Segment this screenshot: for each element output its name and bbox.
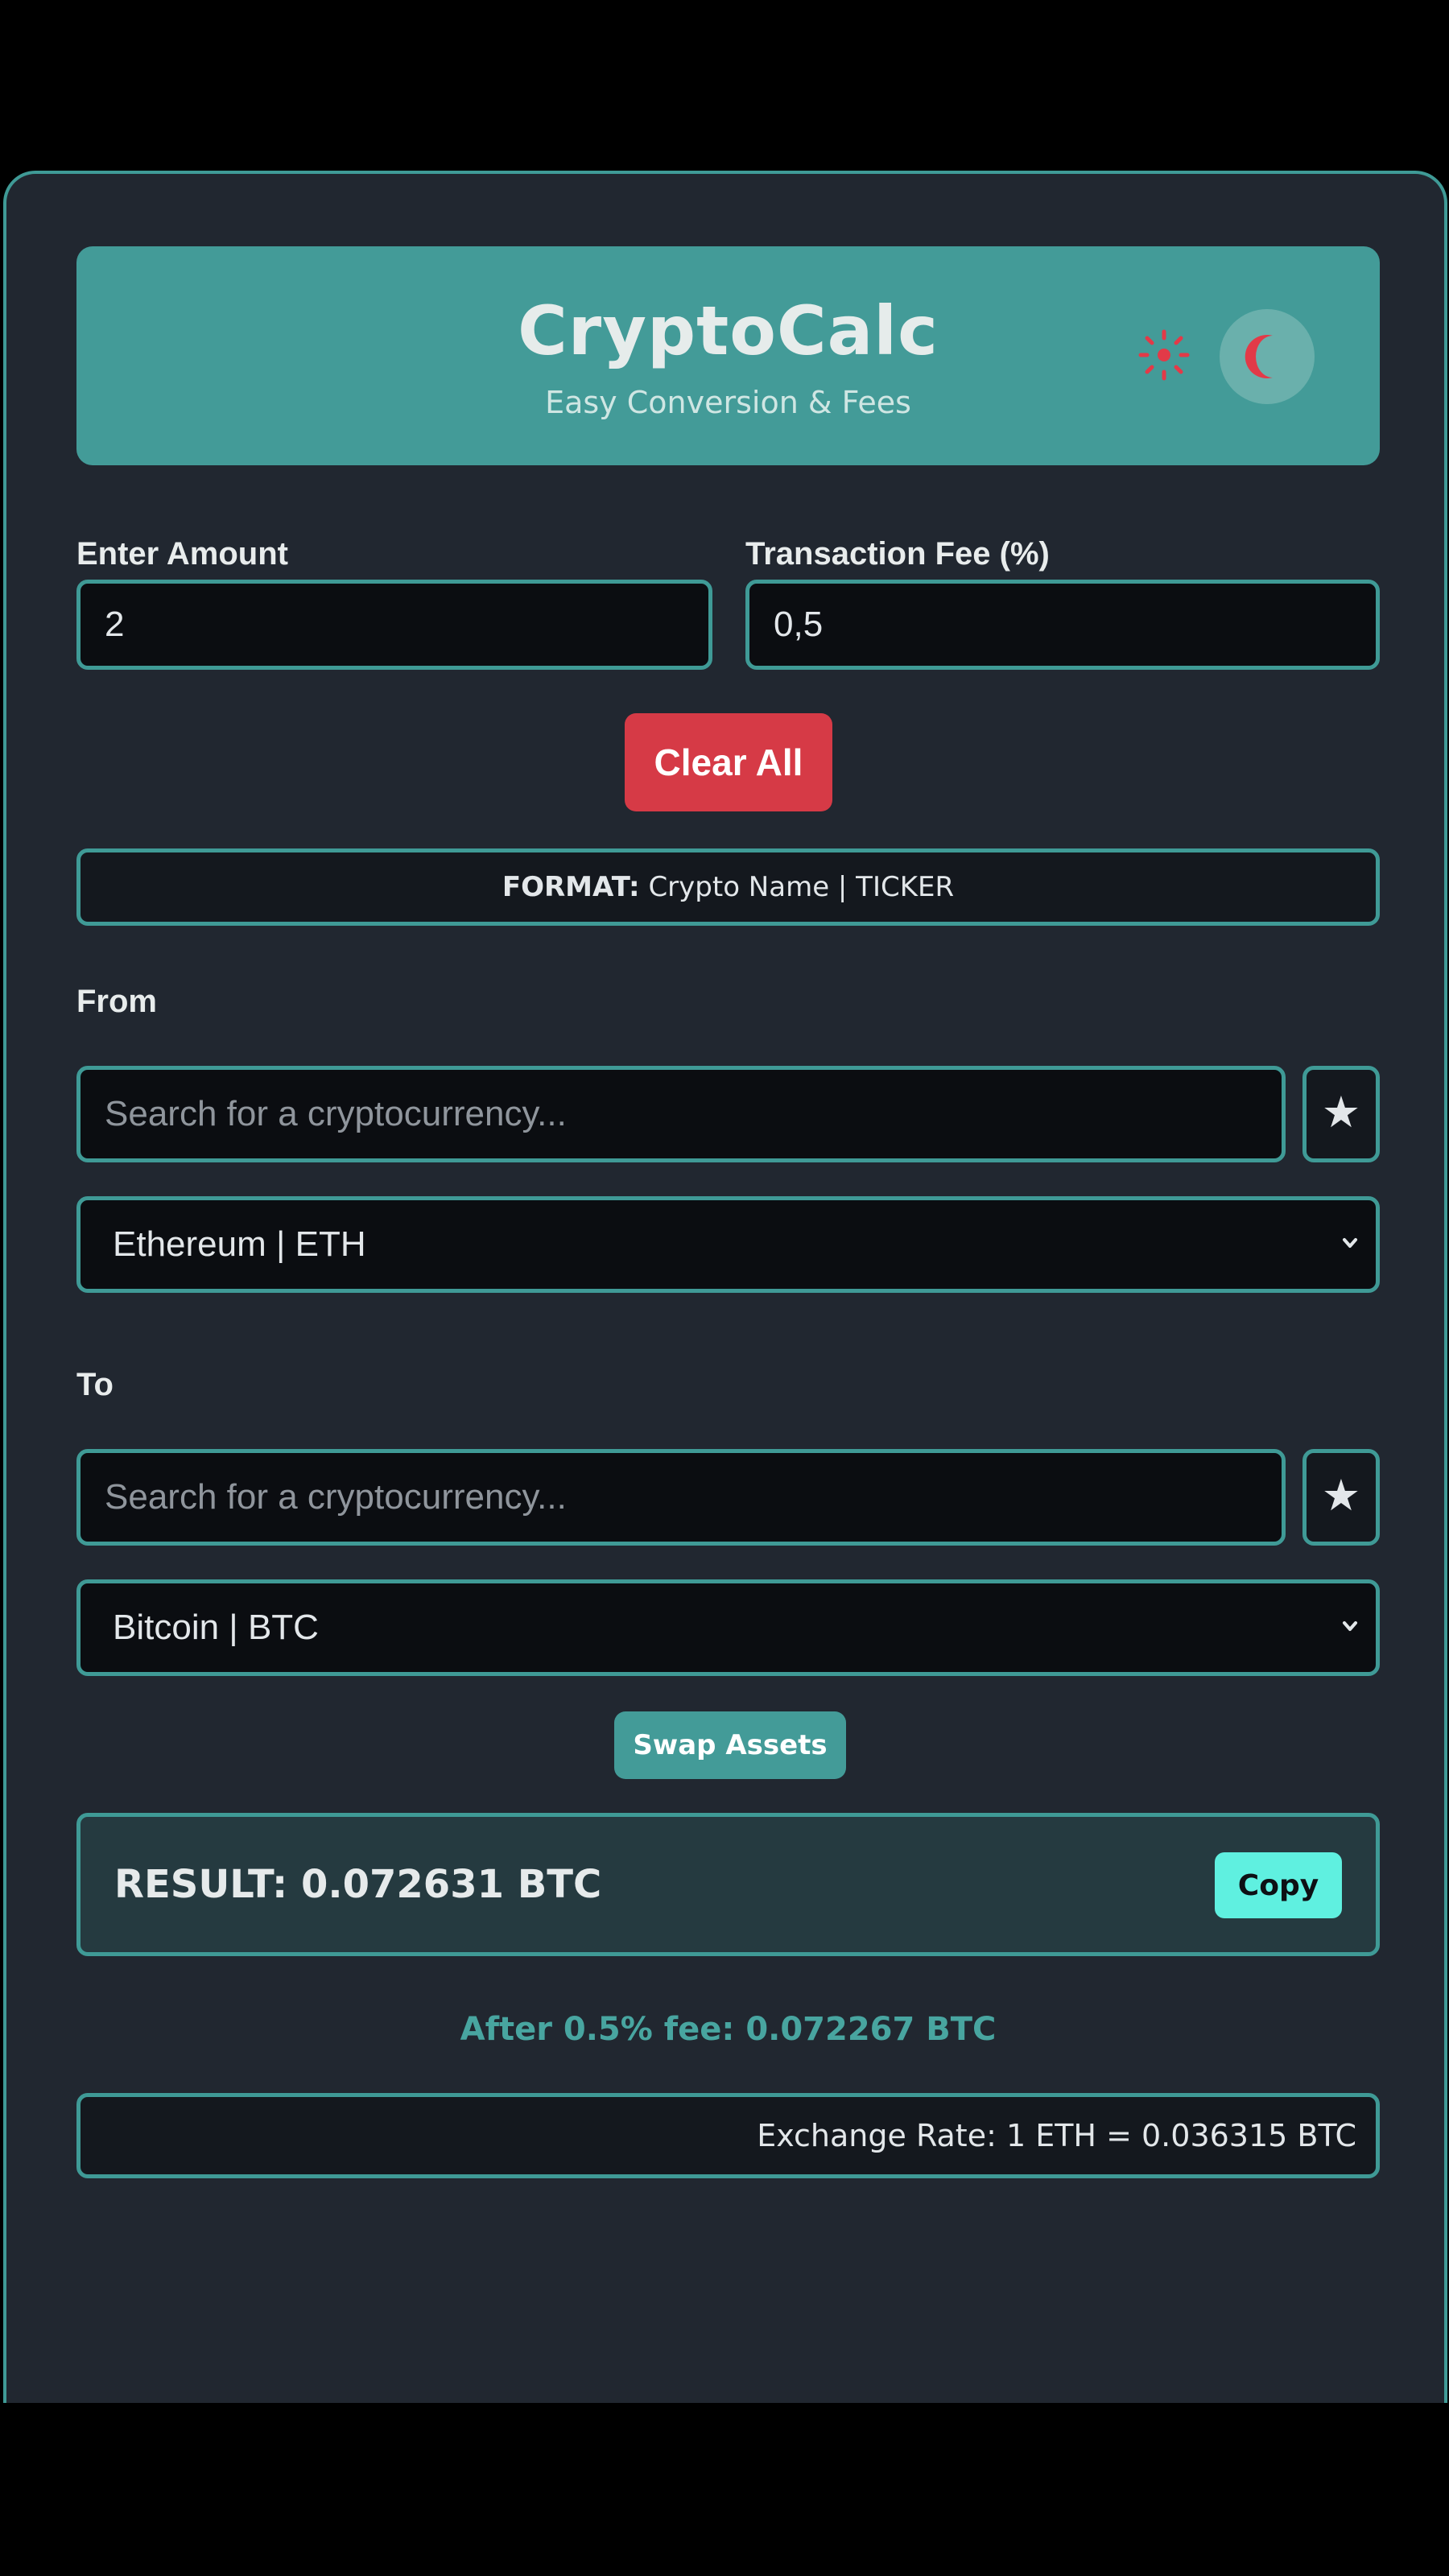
theme-toggle-button[interactable] bbox=[1220, 309, 1315, 404]
sun-icon[interactable] bbox=[1136, 327, 1192, 383]
amount-input[interactable] bbox=[76, 580, 712, 670]
from-select-value: Ethereum | ETH bbox=[113, 1224, 366, 1264]
to-label: To bbox=[76, 1367, 114, 1402]
to-favorite-button[interactable]: ★ bbox=[1302, 1449, 1380, 1546]
bottom-letterbox bbox=[0, 2403, 1449, 2576]
from-label: From bbox=[76, 984, 157, 1019]
amount-label: Enter Amount bbox=[76, 536, 288, 572]
star-icon: ★ bbox=[1321, 1470, 1361, 1521]
from-favorite-button[interactable]: ★ bbox=[1302, 1066, 1380, 1162]
result-box: RESULT: 0.072631 BTC Copy bbox=[76, 1813, 1380, 1956]
moon-icon bbox=[1245, 335, 1273, 378]
from-select[interactable]: Ethereum | ETH bbox=[76, 1196, 1380, 1293]
exchange-rate: Exchange Rate: 1 ETH = 0.036315 BTC bbox=[76, 2093, 1380, 2178]
format-hint: FORMAT: Crypto Name | TICKER bbox=[76, 848, 1380, 926]
fee-input[interactable] bbox=[745, 580, 1380, 670]
fee-label: Transaction Fee (%) bbox=[745, 536, 1050, 572]
chevron-down-icon bbox=[1343, 1238, 1357, 1248]
format-hint-bold: FORMAT: bbox=[502, 871, 640, 903]
app-header: CryptoCalc Easy Conversion & Fees bbox=[76, 246, 1380, 465]
swap-assets-button[interactable]: Swap Assets bbox=[614, 1711, 846, 1779]
rate-chart: 1 ETH in BTC0.0390.038 bbox=[6, 2243, 1447, 2425]
from-search-input[interactable] bbox=[76, 1066, 1286, 1162]
app-card: CryptoCalc Easy Conversion & Fees Enter … bbox=[3, 171, 1447, 2425]
star-icon: ★ bbox=[1321, 1087, 1361, 1137]
format-hint-text: Crypto Name | TICKER bbox=[648, 871, 955, 903]
copy-button[interactable]: Copy bbox=[1215, 1852, 1342, 1918]
after-fee-text: After 0.5% fee: 0.072267 BTC bbox=[460, 2011, 997, 2048]
clear-all-button[interactable]: Clear All bbox=[625, 713, 832, 811]
to-select[interactable]: Bitcoin | BTC bbox=[76, 1579, 1380, 1676]
chevron-down-icon bbox=[1343, 1621, 1357, 1631]
to-search-input[interactable] bbox=[76, 1449, 1286, 1546]
to-select-value: Bitcoin | BTC bbox=[113, 1608, 319, 1647]
result-text: RESULT: 0.072631 BTC bbox=[114, 1862, 602, 1907]
app-subtitle: Easy Conversion & Fees bbox=[545, 385, 911, 420]
rate-chart-svg: 1 ETH in BTC0.0390.038 bbox=[6, 2243, 1447, 2425]
